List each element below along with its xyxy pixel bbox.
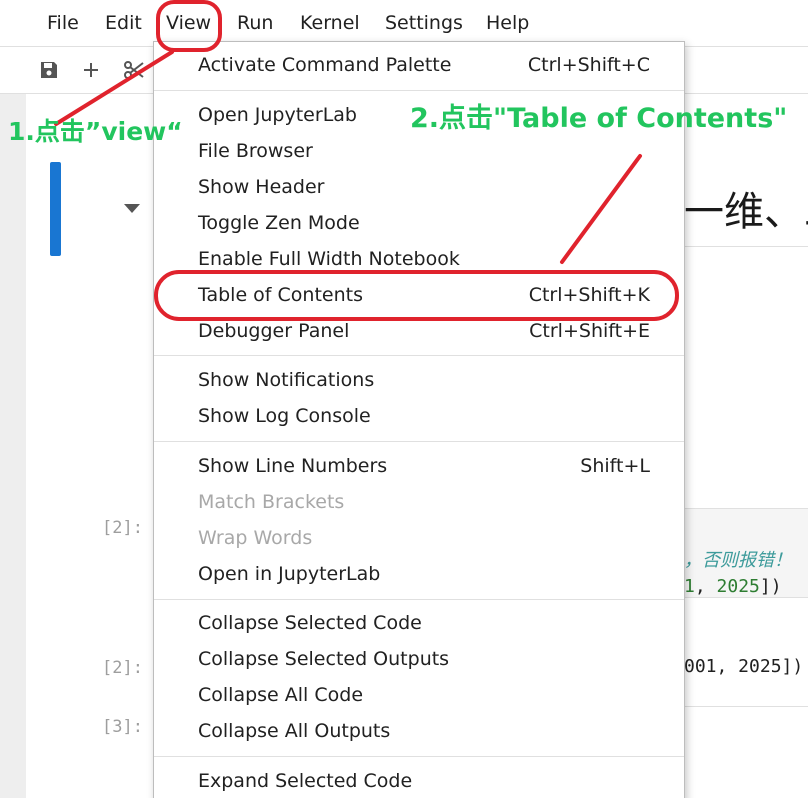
menu-separator [154,756,684,757]
menu-item-open-in-jupyterlab[interactable]: Open in JupyterLab [198,559,668,589]
menu-item-file-browser[interactable]: File Browser [198,136,668,166]
menu-item-toggle-zen-mode[interactable]: Toggle Zen Mode [198,208,668,238]
menu-item-collapse-all-outputs[interactable]: Collapse All Outputs [198,716,668,746]
menu-help[interactable]: Help [486,10,529,36]
menu-separator [154,355,684,356]
menu-file[interactable]: File [47,10,79,36]
menu-settings[interactable]: Settings [385,10,463,36]
annotation-step-1: 1.点击”view“ [8,117,183,146]
input-prompt: [2]: [102,518,143,538]
menu-item-collapse-all-code[interactable]: Collapse All Code [198,680,668,710]
menu-item-enable-full-width[interactable]: Enable Full Width Notebook [198,244,668,274]
menu-item-wrap-words[interactable]: Wrap Words [198,523,668,553]
active-cell-indicator[interactable] [50,162,61,256]
menu-separator [154,441,684,442]
code-comment: ，否则报错！ [684,550,792,571]
cell-output: 001, 2025]) [684,656,804,677]
menu-edit[interactable]: Edit [105,10,142,36]
menu-item-activate-command-palette[interactable]: Activate Command Palette Ctrl+Shift+C [198,50,668,80]
view-menu-dropdown: Activate Command Palette Ctrl+Shift+C Ope… [153,41,685,798]
menu-separator [154,599,684,600]
menu-run[interactable]: Run [237,10,273,36]
input-prompt: [3]: [102,717,143,737]
annotation-step-2: 2.点击"Table of Contents" [410,103,788,134]
menu-item-match-brackets[interactable]: Match Brackets [198,487,668,517]
output-divider [684,706,808,707]
menu-item-show-header[interactable]: Show Header [198,172,668,202]
menu-item-show-log-console[interactable]: Show Log Console [198,401,668,431]
menu-view[interactable]: View [166,10,211,36]
menu-item-show-line-numbers[interactable]: Show Line Numbers Shift+L [198,451,668,481]
menu-separator [154,90,684,91]
menu-item-expand-selected-code[interactable]: Expand Selected Code [198,766,668,796]
save-icon[interactable] [36,57,62,83]
menu-item-show-notifications[interactable]: Show Notifications [198,365,668,395]
markdown-heading: 一维、二 [684,189,808,235]
menu-item-table-of-contents[interactable]: Table of Contents Ctrl+Shift+K [198,280,668,310]
output-prompt: [2]: [102,658,143,678]
menu-kernel[interactable]: Kernel [300,10,360,36]
collapse-heading-icon[interactable] [124,204,140,213]
heading-divider [684,246,808,247]
menu-bar: File Edit View Run Kernel Settings Help [0,0,808,46]
menu-item-debugger-panel[interactable]: Debugger Panel Ctrl+Shift+E [198,316,668,346]
menu-item-collapse-selected-outputs[interactable]: Collapse Selected Outputs [198,644,668,674]
plus-icon[interactable] [78,57,104,83]
menu-item-collapse-selected-code[interactable]: Collapse Selected Code [198,608,668,638]
code-line: 1, 2025]) [684,576,782,597]
scissors-icon[interactable] [121,57,147,83]
